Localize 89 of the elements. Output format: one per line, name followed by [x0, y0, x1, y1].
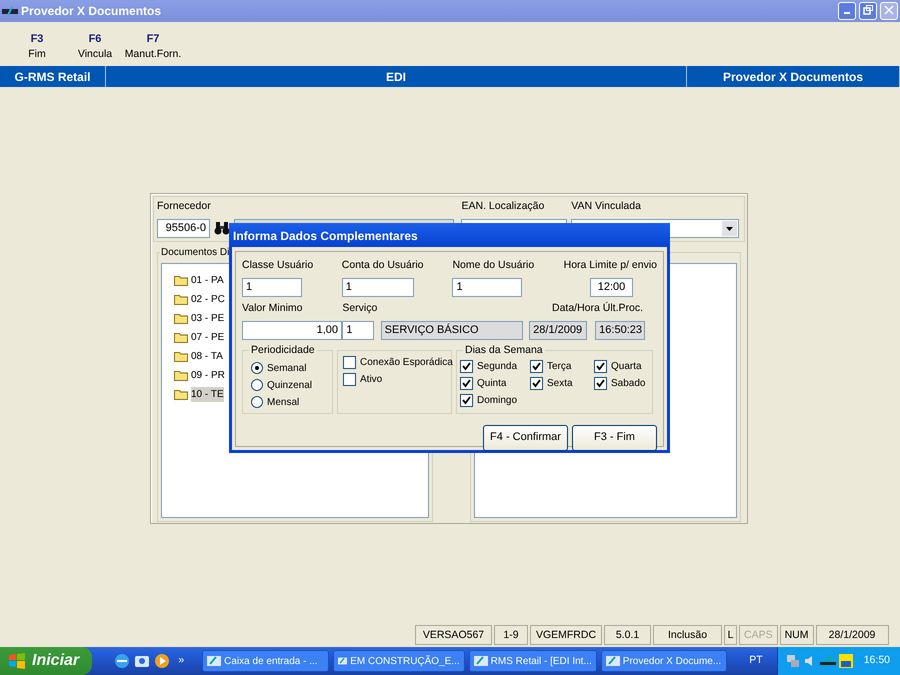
status-panel: 5.0.1	[604, 625, 651, 645]
tree-item[interactable]: 01 - PA	[191, 272, 224, 288]
checkbox[interactable]: Sexta	[530, 374, 594, 392]
app-icon	[606, 655, 620, 667]
app-logo-icon	[2, 6, 18, 16]
checkbox[interactable]: Terça	[530, 358, 594, 374]
tree-item[interactable]: 02 - PC	[191, 292, 225, 306]
minimize-icon	[844, 12, 850, 14]
app-icon	[338, 655, 348, 667]
tree-item[interactable]: 03 - PE	[191, 310, 224, 326]
binoculars-icon[interactable]	[214, 221, 230, 236]
app-icon	[474, 655, 488, 667]
van-label: VAN Vinculada	[571, 199, 642, 214]
field-label: Valor Minimo	[242, 300, 304, 316]
dialog-button[interactable]: F4 - Confirmar	[483, 424, 568, 450]
radio-button[interactable]: Quinzenal	[251, 376, 312, 394]
flag-icon	[8, 653, 26, 669]
close-icon	[884, 5, 894, 16]
tree-item[interactable]: 10 - TE	[191, 386, 224, 402]
taskbar-button[interactable]: EM CONSTRUÇÃO_E...	[332, 650, 465, 672]
restore-button[interactable]	[859, 2, 877, 20]
tree-item[interactable]: 07 - PE	[191, 330, 224, 344]
restore-icon	[863, 5, 873, 16]
start-button[interactable]: Iniciar	[0, 647, 92, 675]
taskbar-button[interactable]: Caixa de entrada - ...	[202, 650, 329, 672]
folder-icon	[174, 388, 188, 400]
tree-item[interactable]: 08 - TA	[191, 348, 223, 364]
time-field[interactable]: 16:50:23	[595, 320, 646, 340]
section-title: EDI	[106, 66, 687, 87]
field-label: Nome do Usuário	[452, 258, 536, 273]
field-label: Classe Usuário	[242, 258, 314, 273]
window-title: Provedor X Documentos	[21, 3, 162, 20]
language-indicator[interactable]: PT	[749, 653, 763, 669]
folder-icon	[174, 293, 188, 305]
app-icon	[207, 655, 222, 667]
status-panel: 28/1/2009	[816, 625, 889, 645]
input-field[interactable]: 1	[342, 278, 414, 297]
radio-dot-icon	[255, 366, 259, 370]
minimize-button[interactable]	[838, 2, 856, 20]
checkbox[interactable]: Ativo	[343, 370, 382, 388]
checkbox[interactable]: Conexão Esporádica	[343, 354, 453, 370]
status-panel: CAPS	[739, 625, 778, 645]
toolbar-button[interactable]: F7 Manut.Forn.	[124, 22, 182, 66]
service-description-field[interactable]: SERVIÇO BÁSICO	[380, 320, 523, 340]
checkbox[interactable]: Segunda	[460, 358, 530, 374]
clock: 16:50	[864, 653, 890, 668]
tree-item[interactable]: 09 - PR	[191, 368, 225, 382]
input-field[interactable]: 12:00	[590, 278, 633, 297]
calendar-icon[interactable]	[838, 654, 853, 668]
field-label: Conta do Usuário	[342, 258, 425, 273]
supplier-code-field[interactable]: 95506-0	[157, 218, 210, 238]
ean-label: EAN. Localização	[461, 199, 546, 214]
toolbar-button[interactable]: F6 Vincula	[66, 22, 124, 66]
checkbox[interactable]: Domingo	[460, 392, 530, 408]
input-field[interactable]: 1	[242, 278, 302, 297]
status-panel: Inclusão	[653, 625, 722, 645]
checkbox[interactable]: Quarta	[594, 358, 654, 374]
chevron-icon[interactable]: »	[178, 653, 184, 669]
input-field[interactable]: 1	[342, 320, 374, 340]
checkbox[interactable]: Sabado	[594, 374, 654, 392]
status-panel: 1-9	[494, 625, 528, 645]
app-tray-icon[interactable]	[820, 654, 836, 668]
module-title: G-RMS Retail	[0, 66, 106, 87]
folder-icon	[174, 312, 188, 324]
radio-button[interactable]: Semanal	[251, 360, 306, 376]
media-player-icon[interactable]	[154, 653, 170, 669]
folder-icon	[174, 331, 188, 343]
taskbar-button[interactable]: Provedor X Docume...	[600, 650, 728, 672]
status-panel: VERSAO567	[415, 625, 492, 645]
folder-icon	[174, 274, 188, 286]
field-label: Hora Limite p/ envio	[564, 258, 657, 273]
status-panel: L	[724, 625, 737, 645]
folder-icon	[174, 350, 188, 362]
folder-icon	[174, 369, 188, 381]
field-label: Data/Hora Últ.Proc.	[550, 300, 644, 316]
radio-button[interactable]: Mensal	[251, 394, 300, 410]
supplier-label: Fornecedor	[157, 199, 212, 214]
toolbar-button[interactable]: F3 Fim	[8, 22, 66, 66]
screen-title: Provedor X Documentos	[687, 66, 900, 87]
dialog-title: Informa Dados Complementares	[229, 223, 670, 247]
checkbox[interactable]: Quinta	[460, 374, 530, 392]
input-field[interactable]: 1	[452, 278, 522, 297]
input-field[interactable]: 1,00	[242, 320, 342, 340]
date-field[interactable]: 28/1/2009	[529, 320, 588, 340]
field-label: Serviço	[342, 300, 378, 316]
dialog-button[interactable]: F3 - Fim	[572, 424, 657, 450]
status-panel: VGEMFRDC	[530, 625, 602, 645]
taskbar-button[interactable]: RMS Retail - [EDI Int...	[468, 650, 597, 672]
status-panel: NUM	[780, 625, 814, 645]
